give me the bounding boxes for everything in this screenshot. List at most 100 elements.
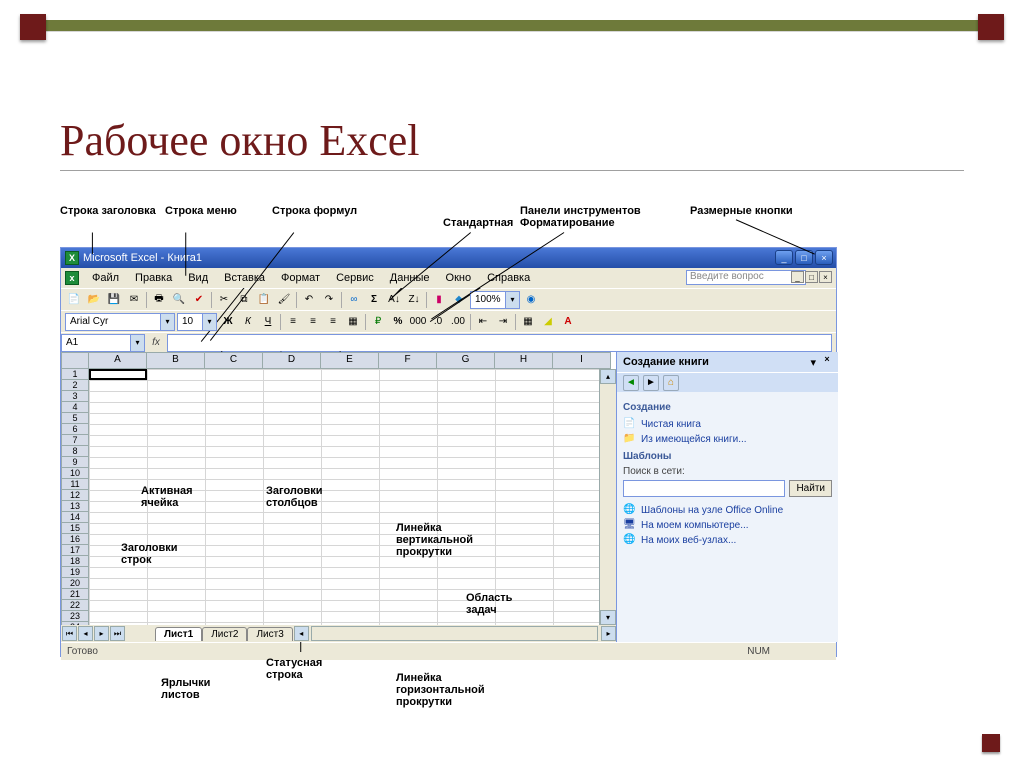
doc-minimize[interactable]: _ <box>791 271 804 283</box>
font-combo[interactable]: Arial Cyr▾ <box>65 313 175 331</box>
menu-insert[interactable]: Вставка <box>217 270 272 286</box>
row-header[interactable]: 15 <box>61 523 89 534</box>
font-color-icon[interactable]: A <box>559 313 577 331</box>
hyperlink-icon[interactable]: ∞ <box>345 291 363 309</box>
close-button[interactable]: × <box>815 250 833 265</box>
sheet-tab-1[interactable]: Лист1 <box>155 627 202 641</box>
thousands-icon[interactable]: 000 <box>409 313 427 331</box>
column-header[interactable]: D <box>263 352 321 369</box>
horizontal-scrollbar[interactable] <box>311 626 598 641</box>
copy-icon[interactable]: ⧉ <box>235 291 253 309</box>
row-header[interactable]: 1 <box>61 369 89 380</box>
preview-icon[interactable]: 🔍 <box>170 291 188 309</box>
menu-help[interactable]: Справка <box>480 270 537 286</box>
menu-view[interactable]: Вид <box>181 270 215 286</box>
indent-inc-icon[interactable]: ⇥ <box>494 313 512 331</box>
link-my-websites[interactable]: 🌐На моих веб-узлах... <box>623 533 832 548</box>
active-cell[interactable] <box>89 369 147 380</box>
select-all-corner[interactable] <box>61 352 89 369</box>
new-icon[interactable]: 📄 <box>65 291 83 309</box>
column-header[interactable]: H <box>495 352 553 369</box>
align-right-icon[interactable]: ≡ <box>324 313 342 331</box>
home-icon[interactable]: ⌂ <box>663 375 679 391</box>
row-header[interactable]: 17 <box>61 545 89 556</box>
hscroll-left-icon[interactable]: ◂ <box>294 626 309 641</box>
column-header[interactable]: G <box>437 352 495 369</box>
sheet-tab-3[interactable]: Лист3 <box>247 627 292 641</box>
scroll-up-icon[interactable]: ▴ <box>600 369 616 384</box>
size-combo[interactable]: 10▾ <box>177 313 217 331</box>
doc-close[interactable]: × <box>819 271 832 283</box>
menu-edit[interactable]: Правка <box>128 270 179 286</box>
fill-color-icon[interactable]: ◢ <box>539 313 557 331</box>
link-from-existing[interactable]: 📁Из имеющейся книги... <box>623 432 832 447</box>
taskpane-close-icon[interactable]: × <box>820 354 834 368</box>
autosum-icon[interactable]: Σ <box>365 291 383 309</box>
row-header[interactable]: 9 <box>61 457 89 468</box>
currency-icon[interactable]: ₽ <box>369 313 387 331</box>
row-header[interactable]: 19 <box>61 567 89 578</box>
doc-restore[interactable]: □ <box>805 271 818 283</box>
tab-prev-icon[interactable]: ◂ <box>78 626 93 641</box>
tab-last-icon[interactable]: ⏭ <box>110 626 125 641</box>
row-header[interactable]: 8 <box>61 446 89 457</box>
column-header[interactable]: C <box>205 352 263 369</box>
link-my-computer[interactable]: 🖥На моем компьютере... <box>623 518 832 533</box>
row-header[interactable]: 4 <box>61 402 89 413</box>
row-header[interactable]: 2 <box>61 380 89 391</box>
row-header[interactable]: 7 <box>61 435 89 446</box>
inc-decimal-icon[interactable]: .0 <box>429 313 447 331</box>
row-header[interactable]: 20 <box>61 578 89 589</box>
back-icon[interactable]: ◄ <box>623 375 639 391</box>
fx-label[interactable]: fx <box>145 337 167 348</box>
print-icon[interactable]: 🖶 <box>150 291 168 309</box>
sort-desc-icon[interactable]: Z↓ <box>405 291 423 309</box>
search-button[interactable]: Найти <box>789 480 832 497</box>
doc-icon[interactable]: x <box>65 271 79 285</box>
menu-tools[interactable]: Сервис <box>329 270 381 286</box>
row-header[interactable]: 10 <box>61 468 89 479</box>
cut-icon[interactable]: ✂ <box>215 291 233 309</box>
underline-icon[interactable]: Ч <box>259 313 277 331</box>
open-icon[interactable]: 📂 <box>85 291 103 309</box>
maximize-button[interactable]: □ <box>795 250 813 265</box>
row-header[interactable]: 16 <box>61 534 89 545</box>
vertical-scrollbar[interactable]: ▴ ▾ <box>599 369 616 625</box>
italic-icon[interactable]: К <box>239 313 257 331</box>
row-header[interactable]: 6 <box>61 424 89 435</box>
row-header[interactable]: 22 <box>61 600 89 611</box>
scroll-down-icon[interactable]: ▾ <box>600 610 616 625</box>
mail-icon[interactable]: ✉ <box>125 291 143 309</box>
search-input[interactable] <box>623 480 785 497</box>
row-header[interactable]: 14 <box>61 512 89 523</box>
sheet-tab-2[interactable]: Лист2 <box>202 627 247 641</box>
row-header[interactable]: 5 <box>61 413 89 424</box>
row-header[interactable]: 11 <box>61 479 89 490</box>
row-header[interactable]: 18 <box>61 556 89 567</box>
merge-icon[interactable]: ▦ <box>344 313 362 331</box>
row-header[interactable]: 23 <box>61 611 89 622</box>
name-box[interactable]: A1▾ <box>61 334 145 352</box>
column-header[interactable]: B <box>147 352 205 369</box>
spellcheck-icon[interactable]: ✔ <box>190 291 208 309</box>
link-office-online[interactable]: 🌐Шаблоны на узле Office Online <box>623 503 832 518</box>
formula-bar[interactable] <box>167 334 832 352</box>
column-header[interactable]: A <box>89 352 147 369</box>
borders-icon[interactable]: ▦ <box>519 313 537 331</box>
forward-icon[interactable]: ► <box>643 375 659 391</box>
row-header[interactable]: 21 <box>61 589 89 600</box>
percent-icon[interactable]: % <box>389 313 407 331</box>
row-header[interactable]: 13 <box>61 501 89 512</box>
row-header[interactable]: 3 <box>61 391 89 402</box>
align-left-icon[interactable]: ≡ <box>284 313 302 331</box>
column-header[interactable]: F <box>379 352 437 369</box>
drawing-icon[interactable]: ◆ <box>450 291 468 309</box>
ask-question-box[interactable]: Введите вопрос <box>686 270 806 285</box>
chart-icon[interactable]: ▮ <box>430 291 448 309</box>
format-painter-icon[interactable]: 🖌 <box>275 291 293 309</box>
help-icon[interactable]: ◉ <box>522 291 540 309</box>
menu-file[interactable]: Файл <box>85 270 126 286</box>
hscroll-right-icon[interactable]: ▸ <box>601 626 616 641</box>
align-center-icon[interactable]: ≡ <box>304 313 322 331</box>
tab-first-icon[interactable]: ⏮ <box>62 626 77 641</box>
